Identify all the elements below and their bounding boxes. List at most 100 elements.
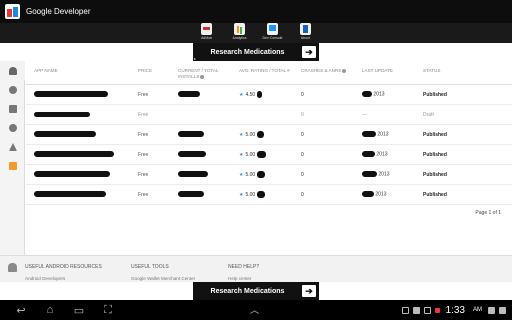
update-year: 2013: [376, 151, 388, 158]
help-icon[interactable]: [342, 68, 347, 73]
table-row[interactable]: Free ★ 5.00 0 2013 Published: [26, 145, 512, 165]
footer-link-android-developers[interactable]: Android Developers: [25, 276, 102, 281]
ad-banner-text: Research Medications: [210, 48, 285, 56]
footer-link-help-center[interactable]: Help center: [228, 276, 259, 281]
app-installs-redacted: [178, 91, 239, 98]
ad-banner-top[interactable]: Research Medications ➔ ▸: [193, 43, 319, 61]
app-installs-redacted: [178, 171, 239, 178]
nav-announcements[interactable]: [0, 156, 25, 175]
app-last-update: 2013: [362, 171, 423, 178]
app-name-redacted: [26, 171, 138, 178]
android-icon: [8, 66, 17, 75]
arrow-right-icon[interactable]: ➔: [302, 285, 316, 297]
rating-value: 4.50: [245, 91, 256, 98]
col-price[interactable]: PRICE: [138, 68, 178, 84]
app-price: Free: [138, 191, 149, 198]
app-installs-redacted: [178, 151, 239, 158]
rating-value: 5.00: [245, 171, 256, 178]
nav-alerts[interactable]: [0, 137, 25, 156]
footer-help: NEED HELP? Help center: [228, 264, 259, 281]
app-shortcut-strip: AdMob Analytics Dev Console About: [0, 23, 512, 43]
notification-usb-icon: [412, 306, 420, 314]
app-logo-icon[interactable]: [5, 4, 20, 19]
app-status: Draft: [423, 111, 434, 118]
star-icon: ★: [239, 171, 244, 178]
about-icon: [300, 23, 311, 35]
app-price: Free: [138, 111, 149, 118]
clock-ampm: AM: [473, 307, 482, 313]
footer-heading: USEFUL ANDROID RESOURCES: [25, 264, 102, 270]
chevron-up-icon[interactable]: ︿: [250, 303, 259, 316]
nav-all-apps[interactable]: [0, 61, 25, 80]
col-installs[interactable]: CURRENT / TOTAL INSTALLS: [178, 68, 239, 84]
page-footer: USEFUL ANDROID RESOURCES Android Develop…: [0, 255, 512, 282]
table-row[interactable]: Free 0 — Draft: [26, 105, 512, 125]
app-installs-redacted: [178, 191, 239, 198]
screenshot-icon[interactable]: ⛶: [100, 304, 116, 317]
app-name-redacted: [26, 151, 138, 158]
app-price: Free: [138, 151, 149, 158]
ad-banner-bottom[interactable]: Research Medications ➔: [193, 282, 319, 300]
app-status: Published: [423, 191, 447, 198]
recent-apps-icon[interactable]: ▭: [71, 304, 87, 317]
app-price: Free: [138, 131, 149, 138]
rating-value: 5.00: [245, 191, 256, 198]
android-logo-icon: [8, 263, 17, 272]
app-price: Free: [138, 171, 149, 178]
col-installs-label: CURRENT / TOTAL INSTALLS: [178, 68, 219, 79]
rating-value: 5.00: [245, 151, 256, 158]
home-icon[interactable]: ⌂: [42, 304, 58, 316]
col-last-update[interactable]: LAST UPDATE: [362, 68, 423, 84]
star-icon: ★: [239, 131, 244, 138]
col-rating[interactable]: AVG. RATING / TOTAL #: [239, 68, 301, 84]
status-tray[interactable]: 1:33 AM: [401, 300, 506, 320]
app-status: Published: [423, 151, 447, 158]
alerts-icon: [8, 142, 17, 151]
shortcut-label: Analytics: [232, 36, 247, 40]
app-last-update: —: [362, 111, 367, 118]
shortcut-dev-console[interactable]: Dev Console: [261, 23, 285, 43]
shortcut-analytics[interactable]: Analytics: [228, 23, 252, 43]
update-year: 2013: [375, 191, 387, 198]
shortcut-label: Dev Console: [262, 36, 283, 40]
nav-settings[interactable]: [0, 118, 25, 137]
app-rating: ★ 5.00: [239, 191, 301, 198]
back-icon[interactable]: ↩: [13, 304, 29, 317]
app-crashes: 0: [301, 111, 304, 118]
analytics-icon: [234, 23, 245, 35]
star-icon: ★: [239, 191, 244, 198]
app-name-redacted: [26, 191, 138, 198]
shortcut-admob[interactable]: AdMob: [195, 23, 219, 43]
col-app-name[interactable]: APP NAME: [26, 68, 138, 84]
star-icon: ★: [239, 151, 244, 158]
footer-tools: USEFUL TOOLS Google Wallet Merchant Cent…: [131, 264, 195, 281]
col-crashes[interactable]: CRASHES & ANRS: [301, 68, 362, 84]
col-status[interactable]: STATUS: [423, 68, 493, 84]
services-icon: [8, 104, 17, 113]
table-row[interactable]: Free ★ 5.00 0 2013 Published: [26, 185, 512, 205]
star-icon: ★: [239, 91, 244, 98]
arrow-right-icon[interactable]: ➔: [302, 46, 316, 58]
app-crashes: 0: [301, 91, 304, 98]
table-row[interactable]: Free ★ 5.00 0 2013 Published: [26, 125, 512, 145]
help-icon[interactable]: [200, 74, 205, 79]
nav-services[interactable]: [0, 99, 25, 118]
app-status: Published: [423, 91, 447, 98]
footer-link-wallet-merchant[interactable]: Google Wallet Merchant Center: [131, 276, 195, 281]
rating-value: 5.00: [245, 131, 256, 138]
shortcut-about[interactable]: About: [294, 23, 318, 43]
app-title: Google Developer: [26, 7, 91, 16]
notification-mail-icon: [423, 306, 431, 314]
app-rating: ★ 5.00: [239, 131, 301, 138]
nav-games[interactable]: [0, 80, 25, 99]
app-list-table: APP NAME PRICE CURRENT / TOTAL INSTALLS …: [26, 61, 512, 255]
table-header: APP NAME PRICE CURRENT / TOTAL INSTALLS …: [26, 61, 512, 85]
battery-icon: [499, 306, 506, 314]
action-bar: Google Developer: [0, 0, 512, 23]
table-row[interactable]: Free ★ 4.50 0 2013 Published: [26, 85, 512, 105]
app-price: Free: [138, 91, 149, 98]
side-nav: [0, 61, 25, 255]
announcements-icon: [8, 161, 17, 170]
table-row[interactable]: Free ★ 5.00 0 2013 Published: [26, 165, 512, 185]
settings-icon: [8, 123, 17, 132]
